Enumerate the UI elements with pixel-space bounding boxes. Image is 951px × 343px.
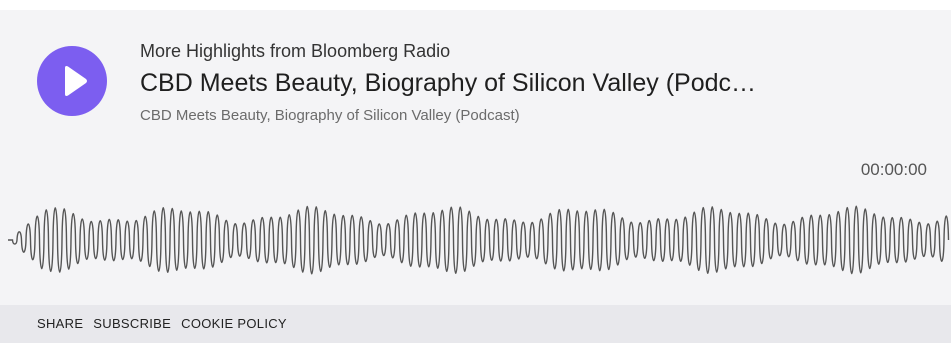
player-footer: SHARE SUBSCRIBE COOKIE POLICY bbox=[0, 305, 951, 343]
episode-subtitle: CBD Meets Beauty, Biography of Silicon V… bbox=[140, 107, 520, 124]
footer-links: SHARE SUBSCRIBE COOKIE POLICY bbox=[37, 316, 287, 331]
waveform-seekbar[interactable] bbox=[0, 185, 951, 295]
episode-meta: More Highlights from Bloomberg Radio CBD… bbox=[140, 40, 930, 126]
cookie-policy-link[interactable]: COOKIE POLICY bbox=[181, 316, 287, 331]
play-icon bbox=[65, 66, 87, 96]
episode-title[interactable]: CBD Meets Beauty, Biography of Silicon V… bbox=[140, 68, 930, 98]
series-title: More Highlights from Bloomberg Radio bbox=[140, 41, 451, 61]
waveform-path bbox=[8, 205, 950, 275]
play-button[interactable] bbox=[37, 46, 107, 116]
subscribe-link[interactable]: SUBSCRIBE bbox=[93, 316, 171, 331]
elapsed-time: 00:00:00 bbox=[860, 160, 927, 179]
share-link[interactable]: SHARE bbox=[37, 316, 83, 331]
podcast-player: More Highlights from Bloomberg Radio CBD… bbox=[0, 10, 951, 305]
